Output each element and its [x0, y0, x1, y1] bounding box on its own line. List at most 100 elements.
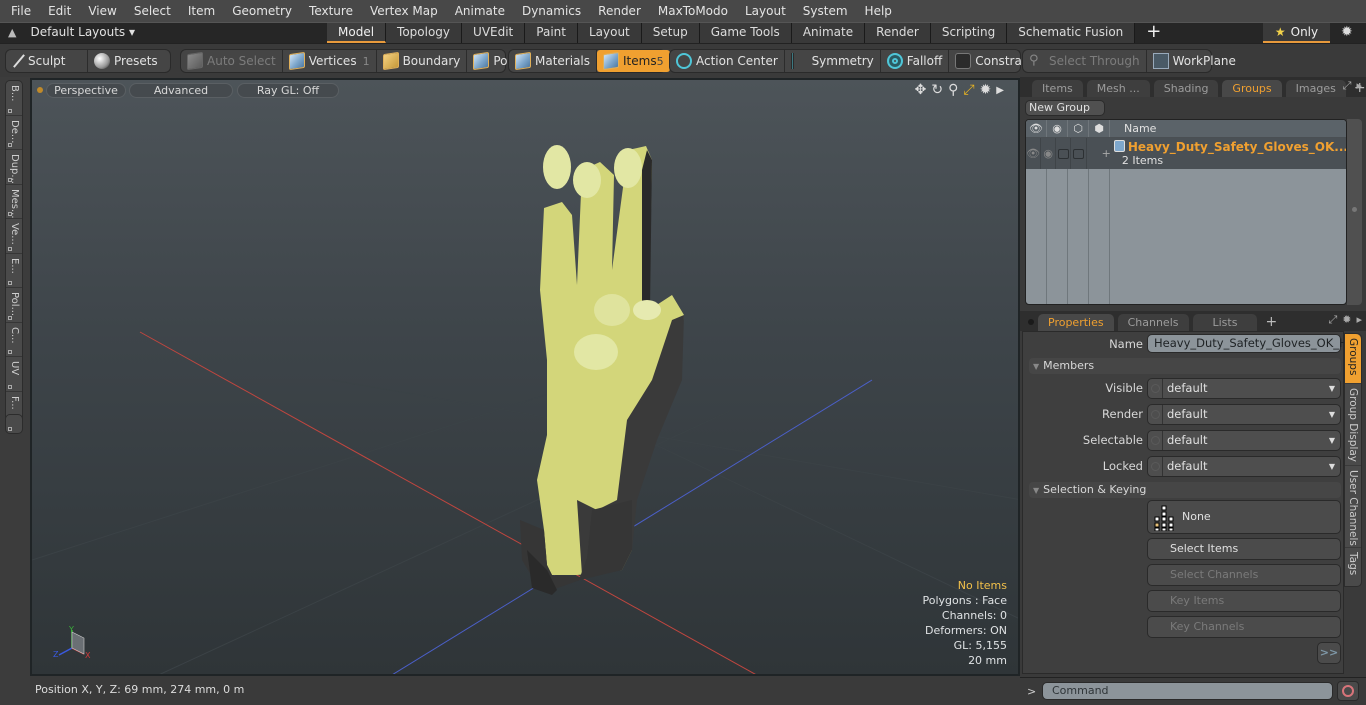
left-tab-duplicate[interactable]: Dup...: [6, 150, 22, 185]
gear-icon[interactable]: ✹: [1341, 24, 1353, 40]
action-center-button[interactable]: Action Center: [670, 50, 785, 72]
materials-button[interactable]: Materials: [509, 50, 598, 72]
collapse-up-icon[interactable]: ▲: [8, 26, 16, 39]
side-tab-groups[interactable]: Groups: [1345, 334, 1361, 384]
visibility-toggle-icon[interactable]: 👁: [1026, 138, 1042, 169]
side-tab-user-channels[interactable]: User Channels: [1345, 466, 1361, 548]
expand-panel-icon[interactable]: ⤢: [1328, 313, 1337, 327]
zoom-icon[interactable]: ⚲: [948, 82, 958, 98]
menu-animate[interactable]: Animate: [449, 4, 511, 18]
more-button[interactable]: >>: [1317, 642, 1341, 664]
command-input[interactable]: Command: [1042, 682, 1333, 700]
presets-button[interactable]: Presets: [88, 50, 164, 72]
select-through-button[interactable]: ⚲ Select Through: [1023, 50, 1147, 72]
rotate-icon[interactable]: ↻: [931, 82, 943, 98]
pan-icon[interactable]: ✥: [915, 82, 927, 98]
left-tab-mesh[interactable]: Mes...: [6, 185, 22, 219]
tab-paint[interactable]: Paint: [525, 23, 578, 43]
falloff-button[interactable]: Falloff: [881, 50, 950, 72]
menu-view[interactable]: View: [82, 4, 122, 18]
tab-animate[interactable]: Animate: [791, 23, 866, 43]
properties-gear-icon[interactable]: ✹: [1342, 313, 1351, 327]
select-column-icon[interactable]: ⬢: [1089, 120, 1110, 137]
render-column-icon[interactable]: ◉: [1047, 120, 1068, 137]
key-items-button[interactable]: Key Items: [1147, 590, 1341, 612]
expand-panel-icon[interactable]: ⤢: [1343, 79, 1352, 93]
side-tab-group-display[interactable]: Group Display: [1345, 384, 1361, 466]
perspective-button[interactable]: Perspective: [46, 83, 126, 98]
tab-setup[interactable]: Setup: [641, 23, 700, 43]
menu-render[interactable]: Render: [592, 4, 647, 18]
members-section[interactable]: ▼ Members: [1029, 358, 1341, 374]
3d-viewport[interactable]: Y Z X Perspective Advanced Ray GL: Off ✥…: [30, 78, 1020, 676]
lock-column-icon[interactable]: ⬡: [1068, 120, 1089, 137]
viewport-gear-icon[interactable]: ✹: [980, 82, 992, 98]
tab-mesh[interactable]: Mesh ...: [1086, 80, 1150, 97]
locked-dropdown[interactable]: default ▼: [1147, 456, 1341, 477]
raygl-button[interactable]: Ray GL: Off: [237, 83, 339, 98]
left-tab-uv[interactable]: UV: [6, 357, 22, 392]
name-column-header[interactable]: Name: [1110, 120, 1156, 137]
render-toggle-icon[interactable]: ◉: [1041, 138, 1057, 169]
vertices-button[interactable]: Vertices 1: [283, 50, 377, 72]
layouts-dropdown[interactable]: ▲ Default Layouts ▾: [8, 25, 135, 39]
left-tab-curve[interactable]: C...: [6, 323, 22, 357]
select-channels-button[interactable]: Select Channels: [1147, 564, 1341, 586]
menu-edit[interactable]: Edit: [42, 4, 77, 18]
selectable-dropdown[interactable]: default ▼: [1147, 430, 1341, 451]
select-items-button[interactable]: Select Items: [1147, 538, 1341, 560]
maximize-icon[interactable]: ⤢: [963, 82, 974, 98]
selection-keying-section[interactable]: ▼ Selection & Keying: [1029, 482, 1341, 498]
only-button[interactable]: ★ Only: [1263, 23, 1330, 43]
sculpt-button[interactable]: Sculpt: [6, 50, 88, 72]
tab-shading[interactable]: Shading: [1153, 80, 1219, 97]
tab-images[interactable]: Images: [1285, 80, 1346, 97]
auto-select-button[interactable]: Auto Select: [181, 50, 283, 72]
tab-render[interactable]: Render: [865, 23, 931, 43]
add-properties-tab-button[interactable]: +: [1261, 314, 1281, 331]
key-channels-button[interactable]: Key Channels: [1147, 616, 1341, 638]
shading-button[interactable]: Advanced: [129, 83, 233, 98]
menu-texture[interactable]: Texture: [303, 4, 359, 18]
expand-group-icon[interactable]: +: [1102, 147, 1111, 160]
menu-system[interactable]: System: [797, 4, 854, 18]
boundary-button[interactable]: Boundary: [377, 50, 468, 72]
menu-select[interactable]: Select: [128, 4, 177, 18]
tab-uvedit[interactable]: UVEdit: [462, 23, 526, 43]
tab-channels[interactable]: Channels: [1117, 314, 1189, 331]
left-tab-deform[interactable]: De...: [6, 116, 22, 150]
left-tab-extra[interactable]: [5, 414, 23, 434]
tab-schematic-fusion[interactable]: Schematic Fusion: [1007, 23, 1136, 43]
viewport-options-dot[interactable]: [37, 87, 43, 93]
visibility-column-icon[interactable]: 👁: [1026, 120, 1047, 137]
menu-layout[interactable]: Layout: [739, 4, 792, 18]
menu-file[interactable]: File: [0, 4, 37, 18]
tab-lists[interactable]: Lists: [1192, 314, 1258, 331]
left-tab-polygon[interactable]: Pol...: [6, 288, 22, 323]
record-macro-button[interactable]: [1337, 681, 1359, 701]
panel-menu-arrow-icon[interactable]: ▸: [1356, 313, 1362, 327]
items-button[interactable]: Items 5: [597, 50, 670, 72]
lock-toggle[interactable]: [1056, 138, 1072, 169]
side-tab-tags[interactable]: Tags: [1345, 548, 1361, 586]
panel-dot-icon[interactable]: [1028, 319, 1034, 325]
tab-game-tools[interactable]: Game Tools: [699, 23, 792, 43]
menu-geometry[interactable]: Geometry: [226, 4, 298, 18]
group-row[interactable]: 👁 ◉ + Heavy_Duty_Safety_Gloves_OK... 2 I…: [1026, 138, 1346, 169]
tab-scripting[interactable]: Scripting: [930, 23, 1008, 43]
left-tab-edge[interactable]: E...: [6, 254, 22, 288]
menu-help[interactable]: Help: [859, 4, 898, 18]
workplane-button[interactable]: WorkPlane: [1147, 50, 1242, 72]
visible-dropdown[interactable]: default ▼: [1147, 378, 1341, 399]
panel-menu-arrow-icon[interactable]: ▸: [1356, 79, 1362, 93]
tab-properties[interactable]: Properties: [1038, 314, 1114, 331]
symmetry-button[interactable]: Symmetry: [785, 50, 881, 72]
select-toggle[interactable]: [1071, 138, 1087, 169]
tab-model[interactable]: Model: [327, 23, 387, 43]
viewport-menu-arrow-icon[interactable]: ▶: [996, 85, 1004, 96]
menu-item[interactable]: Item: [182, 4, 221, 18]
new-group-button[interactable]: New Group: [1025, 100, 1105, 116]
tab-topology[interactable]: Topology: [386, 23, 463, 43]
left-tab-basic[interactable]: B...: [6, 81, 22, 116]
add-tab-button[interactable]: +: [1135, 23, 1172, 43]
